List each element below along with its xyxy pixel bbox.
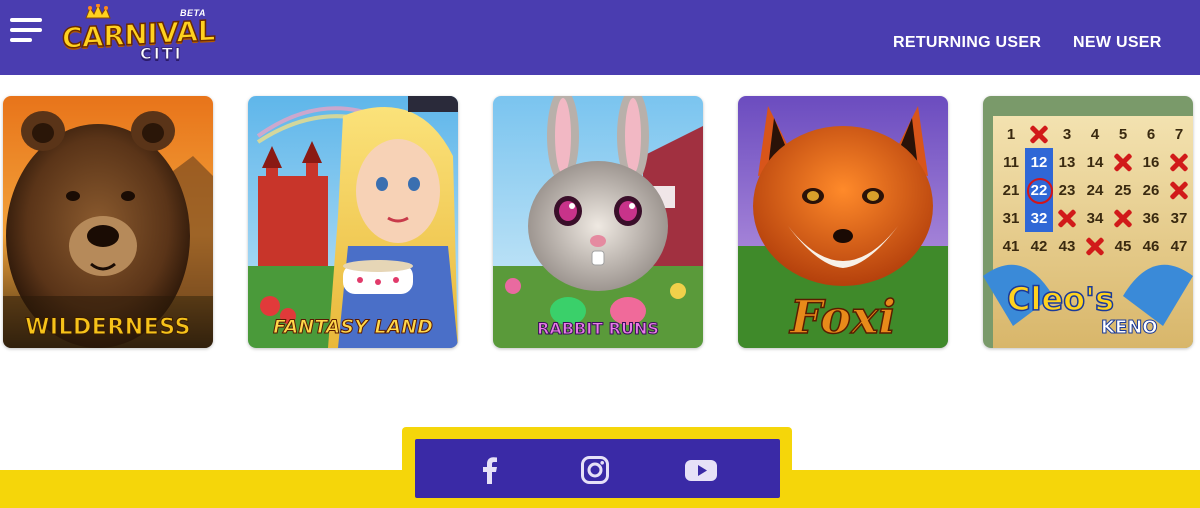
keno-cell: 14 [1086, 153, 1104, 171]
keno-number-grid: 1 3 4 5 6 7 11 12 13 14 16 21 22 23 24 2… [997, 120, 1193, 260]
bear-artwork [3, 96, 213, 348]
keno-cell: 37 [1170, 209, 1188, 227]
keno-row: 31 32 34 36 37 [997, 204, 1193, 232]
keno-row: 11 12 13 14 16 [997, 148, 1193, 176]
keno-cell: 45 [1114, 237, 1132, 255]
game-title: Foxi [789, 289, 896, 345]
keno-cell: 7 [1174, 125, 1184, 143]
game-tile-rabbit-runs[interactable]: RABBIT RUNS [493, 96, 703, 348]
logo-word-citi: CITI [140, 44, 183, 64]
alice-artwork [248, 96, 458, 348]
rabbit-artwork [493, 96, 703, 348]
page: BETA CARNIVAL CITI RETURNING USER NEW US… [0, 0, 1200, 508]
keno-cell-marked [1081, 232, 1109, 260]
keno-cell: 1 [1006, 125, 1016, 143]
instagram-icon[interactable] [578, 454, 612, 486]
keno-cell-hit: 32 [1025, 204, 1053, 232]
keno-cell: 34 [1086, 209, 1104, 227]
keno-cell: 3 [1062, 125, 1072, 143]
keno-cell: 4 [1090, 125, 1100, 143]
keno-cell: 31 [1002, 209, 1020, 227]
hamburger-menu-icon[interactable] [10, 18, 44, 44]
keno-cell: 42 [1030, 237, 1048, 255]
keno-row: 21 22 23 24 25 26 [997, 176, 1193, 204]
keno-cell: 41 [1002, 237, 1020, 255]
keno-cell: 23 [1058, 181, 1076, 199]
keno-cell-hit: 12 [1025, 148, 1053, 176]
keno-cell: 47 [1170, 237, 1188, 255]
game-tile-foxi[interactable]: Foxi [738, 96, 948, 348]
keno-cell: 25 [1114, 181, 1132, 199]
youtube-icon[interactable] [684, 454, 718, 486]
keno-cell-marked [1165, 148, 1193, 176]
keno-cell-marked [1109, 148, 1137, 176]
game-title: FANTASY LAND [273, 316, 434, 339]
keno-cell: 21 [1002, 181, 1020, 199]
keno-cell-marked [1053, 204, 1081, 232]
keno-cell: 24 [1086, 181, 1104, 199]
keno-cell: 11 [1003, 153, 1019, 171]
top-header: BETA CARNIVAL CITI RETURNING USER NEW US… [0, 0, 1200, 75]
keno-row: 1 3 4 5 6 7 [997, 120, 1193, 148]
logo-word-carnival: CARNIVAL [61, 13, 215, 56]
game-tile-wilderness[interactable]: WILDERNESS [3, 96, 213, 348]
keno-cell: 43 [1058, 237, 1076, 255]
keno-cell: 26 [1142, 181, 1160, 199]
keno-cell: 6 [1146, 125, 1156, 143]
keno-cell: 46 [1142, 237, 1160, 255]
keno-cell: 5 [1118, 125, 1128, 143]
keno-cell: 36 [1142, 209, 1160, 227]
game-tile-fantasy-land[interactable]: FANTASY LAND [248, 96, 458, 348]
game-subtitle: KENO [1101, 317, 1159, 339]
keno-cell-marked [1109, 204, 1137, 232]
new-user-link[interactable]: NEW USER [1073, 34, 1162, 52]
keno-cell: 13 [1058, 153, 1076, 171]
facebook-icon[interactable] [473, 454, 507, 486]
keno-cell-hit-circled: 22 [1025, 176, 1053, 204]
game-tile-cleos-keno[interactable]: 1 3 4 5 6 7 11 12 13 14 16 21 22 23 24 2… [983, 96, 1193, 348]
keno-cell-marked [1025, 120, 1053, 148]
game-title: RABBIT RUNS [537, 319, 660, 339]
jester-crown-icon [85, 4, 111, 19]
keno-row: 41 42 43 45 46 47 [997, 232, 1193, 260]
keno-cell: 16 [1142, 153, 1160, 171]
game-title: Cleo's [1006, 279, 1114, 319]
game-title: WILDERNESS [25, 315, 191, 341]
keno-cell-marked [1165, 176, 1193, 204]
carnival-citi-logo[interactable]: BETA CARNIVAL CITI [60, 4, 216, 68]
returning-user-link[interactable]: RETURNING USER [893, 34, 1041, 52]
